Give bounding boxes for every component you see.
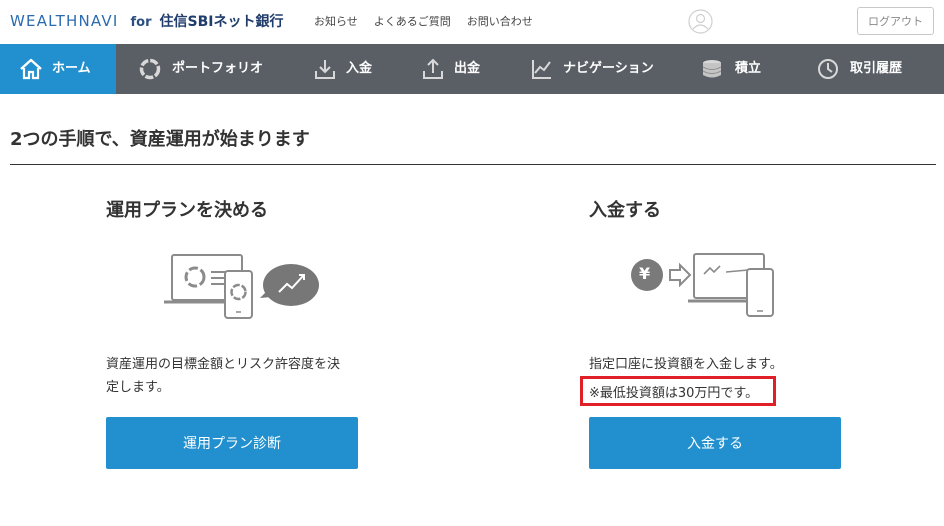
wealthnavi-logo[interactable]: WEALTHNAVI for 住信SBIネット銀行 (10, 11, 283, 33)
logo-for-text: for (130, 15, 152, 30)
step1-desc-line2: 定します。 (106, 380, 170, 395)
logo-wordmark: WEALTHNAVI (10, 12, 119, 30)
step2-description: 指定口座に投資額を入金します。 (589, 357, 783, 372)
deposit-button[interactable]: 入金する (589, 417, 841, 469)
page-title: 2つの手順で、資産運用が始まります (10, 129, 310, 150)
step1-description: 資産運用の目標金額とリスク許容度を決 定します。 (106, 353, 376, 399)
nav-item-navigation[interactable]: ナビゲーション (513, 44, 689, 94)
nav-label-withdraw: 出金 (454, 61, 481, 76)
nav-label-portfolio: ポートフォリオ (172, 61, 264, 76)
deposit-icon (315, 60, 335, 79)
home-icon (20, 58, 42, 80)
plan-diagnosis-button[interactable]: 運用プラン診断 (106, 417, 358, 469)
minimum-investment-note: ※最低投資額は30万円です。 (580, 376, 776, 406)
logo-bank-name: 住信SBIネット銀行 (159, 14, 284, 30)
main-nav: ホーム ポートフォリオ 入金 出金 ナビゲーション 積立 取引履歴 (0, 44, 944, 94)
nav-label-deposit: 入金 (346, 61, 373, 76)
chart-line-icon (532, 60, 551, 79)
logout-button[interactable]: ログアウト (857, 7, 934, 35)
portfolio-ring-icon (139, 58, 161, 80)
nav-item-withdraw[interactable]: 出金 (405, 44, 513, 94)
deposit-illustration: ¥ (626, 250, 778, 320)
header: WEALTHNAVI for 住信SBIネット銀行 お知らせ よくあるご質問 お… (0, 0, 944, 44)
nav-item-portfolio[interactable]: ポートフォリオ (116, 44, 297, 94)
nav-item-home[interactable]: ホーム (0, 44, 116, 94)
step1-desc-line1: 資産運用の目標金額とリスク許容度を決 (106, 357, 341, 372)
top-links: お知らせ よくあるご質問 お問い合わせ (314, 13, 533, 29)
clock-icon (818, 59, 838, 79)
nav-label-home: ホーム (52, 61, 91, 76)
step2-title: 入金する (589, 200, 661, 221)
step1-title: 運用プランを決める (106, 200, 268, 221)
nav-label-tsumitate: 積立 (735, 61, 762, 76)
deposit-illustration-icon (631, 253, 774, 317)
nav-item-deposit[interactable]: 入金 (297, 44, 405, 94)
nav-item-tsumitate[interactable]: 積立 (689, 44, 798, 94)
nav-label-history: 取引履歴 (850, 61, 903, 76)
yen-symbol: ¥ (639, 264, 651, 283)
nav-label-navigation: ナビゲーション (563, 61, 654, 76)
link-news[interactable]: お知らせ (314, 13, 358, 29)
user-avatar-icon[interactable] (688, 9, 713, 34)
plan-illustration-icon (164, 254, 319, 319)
coins-stack-icon (702, 60, 722, 78)
withdraw-icon (423, 58, 443, 79)
link-faq[interactable]: よくあるご質問 (374, 13, 451, 29)
title-divider (10, 164, 936, 165)
nav-item-history[interactable]: 取引履歴 (798, 44, 944, 94)
link-contact[interactable]: お問い合わせ (467, 13, 533, 29)
